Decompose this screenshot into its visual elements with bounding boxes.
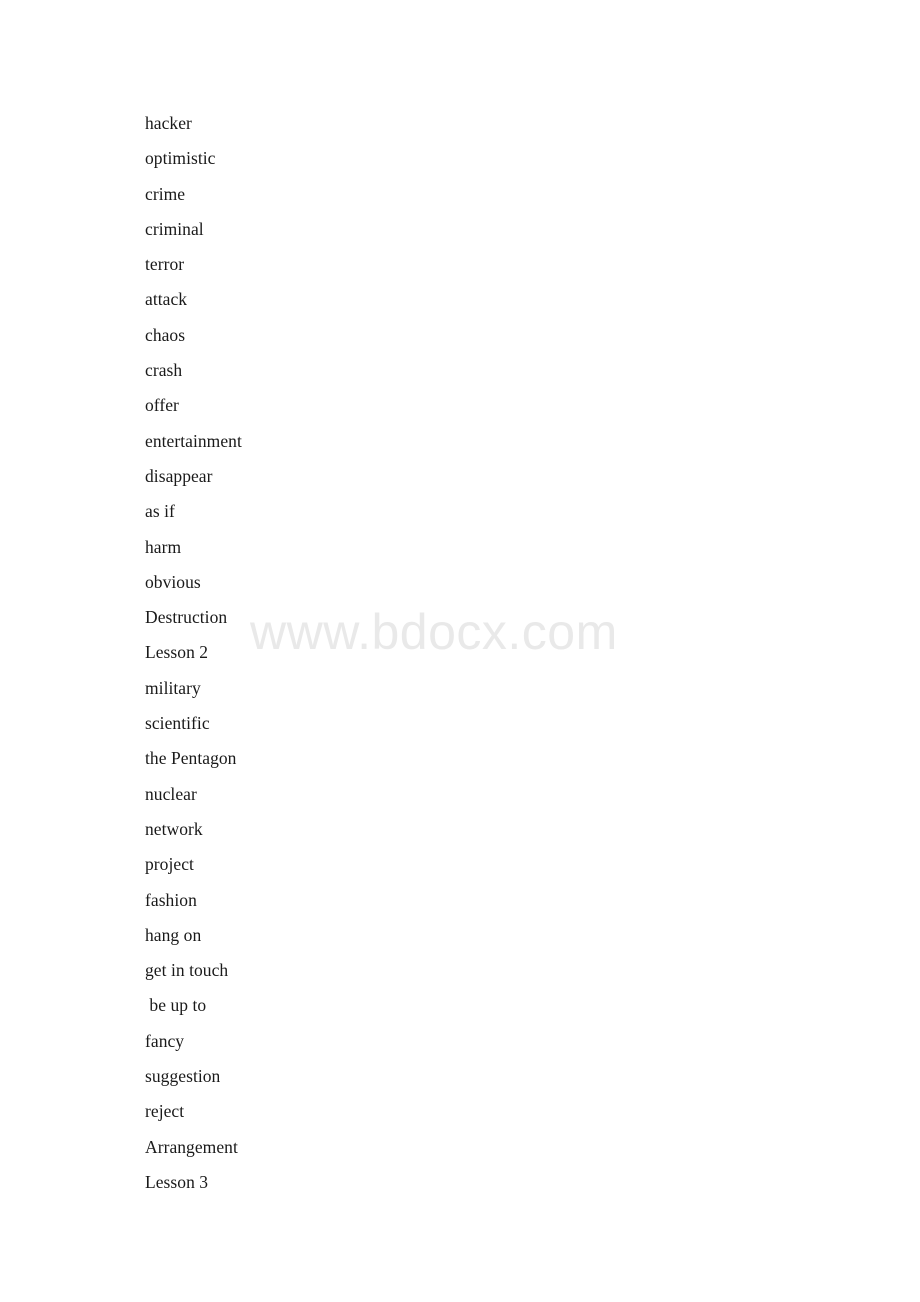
word-list-item: disappear xyxy=(145,465,213,486)
word-list-item: reject xyxy=(145,1101,185,1122)
word-list-item: get in touch xyxy=(145,960,229,981)
word-list-item: criminal xyxy=(145,218,204,239)
word-list-item: be up to xyxy=(145,995,207,1016)
word-list-item: entertainment xyxy=(145,430,242,451)
word-list-item: as if xyxy=(145,501,175,522)
word-list-item: suggestion xyxy=(145,1066,221,1087)
word-list-item: project xyxy=(145,854,194,875)
word-list-item: chaos xyxy=(145,324,186,345)
word-list-item: scientific xyxy=(145,713,210,734)
word-list-item: obvious xyxy=(145,571,201,592)
word-list-item: nuclear xyxy=(145,783,197,804)
document-page: www.bdocx.com hacker optimistic crime crimi… xyxy=(0,0,920,1302)
word-list-item: the Pentagon xyxy=(145,748,237,769)
word-list-item: harm xyxy=(145,536,182,557)
word-list-item: crime xyxy=(145,183,186,204)
word-list-item: Arrangement xyxy=(145,1136,238,1157)
word-list-item: military xyxy=(145,677,201,698)
word-list-item: fancy xyxy=(145,1030,185,1051)
word-list-item: hacker xyxy=(145,113,192,133)
word-list-item: terror xyxy=(145,254,185,275)
word-list-item: attack xyxy=(145,289,188,310)
word-list-item: hang on xyxy=(145,924,202,945)
word-list-item: optimistic xyxy=(145,148,216,169)
word-list-item: Destruction xyxy=(145,607,228,628)
word-list-item: fashion xyxy=(145,889,197,910)
word-list-item: offer xyxy=(145,395,179,416)
word-list-item: network xyxy=(145,818,203,839)
word-list-item: Lesson 2 xyxy=(145,642,209,663)
vocabulary-word-list: hacker optimistic crime criminal terror attac… xyxy=(145,106,785,1200)
word-list-item: crash xyxy=(145,360,183,381)
word-list-item: Lesson 3 xyxy=(145,1171,209,1192)
